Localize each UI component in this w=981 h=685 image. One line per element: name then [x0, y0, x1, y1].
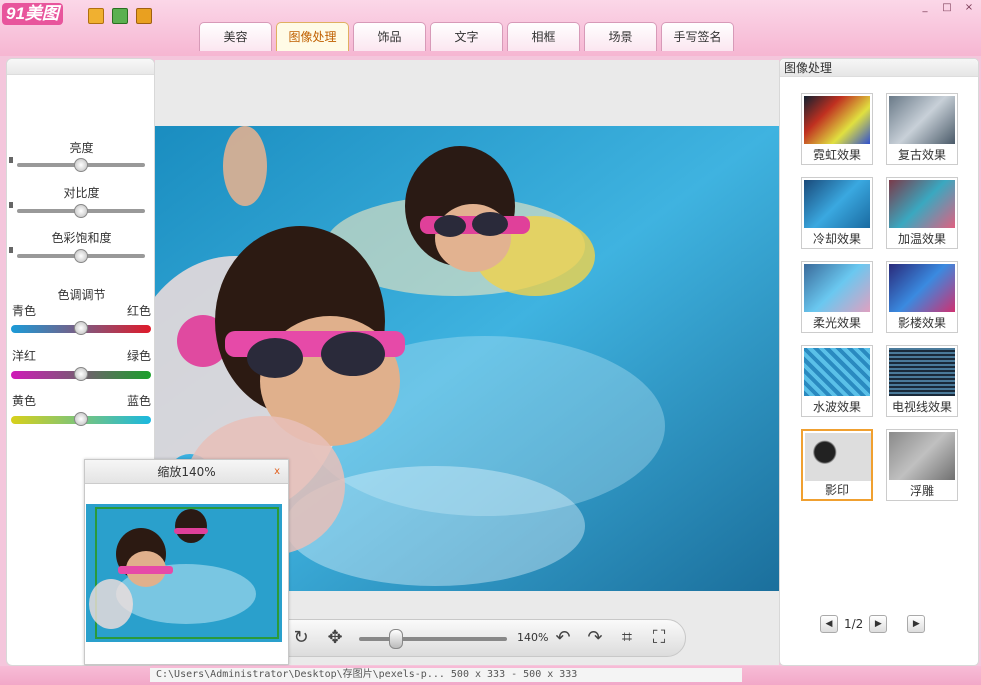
- navigator-header: 缩放140% x: [85, 460, 288, 484]
- redo-icon[interactable]: ↷: [583, 626, 607, 650]
- close-button[interactable]: ×: [961, 2, 977, 14]
- contrast-knob[interactable]: [74, 204, 88, 218]
- cyan-red-labels: 青色 红色: [12, 302, 151, 319]
- effect-photocopy[interactable]: 影印: [801, 429, 873, 501]
- effects-panel-title: 图像处理: [780, 59, 978, 77]
- magenta-green-labels: 洋红 绿色: [12, 347, 151, 364]
- brightness-knob[interactable]: [74, 158, 88, 172]
- pager-last-button[interactable]: ▶: [907, 615, 926, 633]
- pager-prev-button[interactable]: ◀: [820, 615, 838, 633]
- effect-retro-label: 复古效果: [897, 148, 946, 162]
- effect-warm-thumbnail: [889, 180, 955, 228]
- zoom-navigator[interactable]: 缩放140% x: [84, 459, 289, 665]
- saturation-label: 色彩饱和度: [51, 231, 112, 245]
- blue-label: 蓝色: [126, 394, 151, 408]
- effect-neon[interactable]: 霓虹效果: [801, 93, 873, 165]
- pager-page-indicator: 1/2: [844, 617, 864, 631]
- effect-ripple-label: 水波效果: [812, 400, 861, 414]
- cyan-label: 青色: [12, 304, 37, 318]
- red-label: 红色: [126, 304, 151, 318]
- effect-studio[interactable]: 影楼效果: [886, 261, 958, 333]
- effect-photocopy-label: 影印: [824, 483, 849, 497]
- tab-accessories[interactable]: 饰品: [353, 22, 426, 51]
- effect-warm-label: 加温效果: [897, 232, 946, 246]
- effect-tv-lines-thumbnail: [889, 348, 955, 396]
- tab-text[interactable]: 文字: [430, 22, 503, 51]
- saturation-tick: [9, 247, 13, 253]
- effect-tv-lines-label: 电视线效果: [891, 400, 952, 414]
- crop-icon[interactable]: ⌗: [615, 626, 639, 650]
- navigator-close-icon[interactable]: x: [274, 460, 280, 484]
- tab-image-processing[interactable]: 图像处理: [276, 22, 349, 51]
- effect-tv-lines[interactable]: 电视线效果: [886, 345, 958, 417]
- tab-signature[interactable]: 手写签名: [661, 22, 734, 51]
- contrast-label: 对比度: [63, 186, 100, 200]
- green-label: 绿色: [126, 349, 151, 363]
- adjust-panel-header: [7, 59, 154, 75]
- effect-cool[interactable]: 冷却效果: [801, 177, 873, 249]
- quick-toolbar: [88, 8, 152, 24]
- effect-emboss-label: 浮雕: [909, 484, 934, 498]
- tab-scene[interactable]: 场景: [584, 22, 657, 51]
- zoom-knob[interactable]: [389, 629, 403, 649]
- effect-soft-light[interactable]: 柔光效果: [801, 261, 873, 333]
- effect-emboss-thumbnail: [889, 432, 955, 480]
- main-tabs: 美容 图像处理 饰品 文字 相框 场景 手写签名: [199, 22, 734, 51]
- effect-ripple-thumbnail: [804, 348, 870, 396]
- effect-retro[interactable]: 复古效果: [886, 93, 958, 165]
- saturation-slider[interactable]: [17, 249, 145, 263]
- move-icon[interactable]: ✥: [323, 626, 347, 650]
- yellow-blue-labels: 黄色 蓝色: [12, 392, 151, 409]
- fit-screen-icon[interactable]: ⛶: [647, 626, 671, 650]
- status-file-info: C:\Users\Administrator\Desktop\存图片\pexel…: [150, 668, 742, 682]
- yellow-blue-knob[interactable]: [74, 412, 88, 426]
- effect-neon-thumbnail: [804, 96, 870, 144]
- tab-frame[interactable]: 相框: [507, 22, 580, 51]
- pager-next-button[interactable]: ▶: [869, 615, 888, 633]
- effect-warm[interactable]: 加温效果: [886, 177, 958, 249]
- effect-studio-label: 影楼效果: [897, 316, 946, 330]
- yellow-label: 黄色: [12, 394, 37, 408]
- cyan-red-knob[interactable]: [74, 321, 88, 335]
- navigator-title: 缩放140%: [157, 465, 216, 479]
- effects-panel: 图像处理 霓虹效果 复古效果 冷却效果 加温效果 柔光效果 影楼效果 水波效果 …: [779, 58, 979, 666]
- effect-neon-label: 霓虹效果: [812, 148, 861, 162]
- brightness-slider[interactable]: [17, 158, 145, 172]
- undo-icon[interactable]: ↶: [551, 626, 575, 650]
- minimize-button[interactable]: _: [917, 2, 933, 14]
- tab-beauty[interactable]: 美容: [199, 22, 272, 51]
- effect-emboss[interactable]: 浮雕: [886, 429, 958, 501]
- zoom-slider[interactable]: [359, 629, 507, 649]
- effect-cool-thumbnail: [804, 180, 870, 228]
- navigator-illustration: [86, 504, 282, 642]
- open-folder-icon[interactable]: [88, 8, 104, 24]
- cyan-red-slider[interactable]: [11, 321, 151, 335]
- effect-photocopy-thumbnail: [805, 433, 871, 481]
- import-icon[interactable]: [112, 8, 128, 24]
- app-logo: 91美图: [2, 3, 63, 25]
- effect-cool-label: 冷却效果: [812, 232, 861, 246]
- magenta-green-knob[interactable]: [74, 367, 88, 381]
- contrast-slider[interactable]: [17, 204, 145, 218]
- effect-soft-light-label: 柔光效果: [812, 316, 861, 330]
- saturation-knob[interactable]: [74, 249, 88, 263]
- zoom-level: 140%: [517, 631, 549, 644]
- save-icon[interactable]: [136, 8, 152, 24]
- effects-pager: ◀ 1/2 ▶ ▶: [820, 615, 926, 633]
- magenta-label: 洋红: [12, 349, 37, 363]
- brightness-label: 亮度: [69, 141, 94, 155]
- effect-soft-light-thumbnail: [804, 264, 870, 312]
- color-tone-title: 色调调节: [57, 288, 106, 302]
- magenta-green-slider[interactable]: [11, 367, 151, 381]
- rotate-right-icon[interactable]: ↻: [289, 626, 313, 650]
- brightness-tick: [9, 157, 13, 163]
- window-controls: _ □ ×: [917, 2, 977, 14]
- effect-ripple[interactable]: 水波效果: [801, 345, 873, 417]
- yellow-blue-slider[interactable]: [11, 412, 151, 426]
- navigator-preview[interactable]: [86, 504, 282, 642]
- effect-studio-thumbnail: [889, 264, 955, 312]
- maximize-button[interactable]: □: [939, 2, 955, 14]
- contrast-tick: [9, 202, 13, 208]
- effect-retro-thumbnail: [889, 96, 955, 144]
